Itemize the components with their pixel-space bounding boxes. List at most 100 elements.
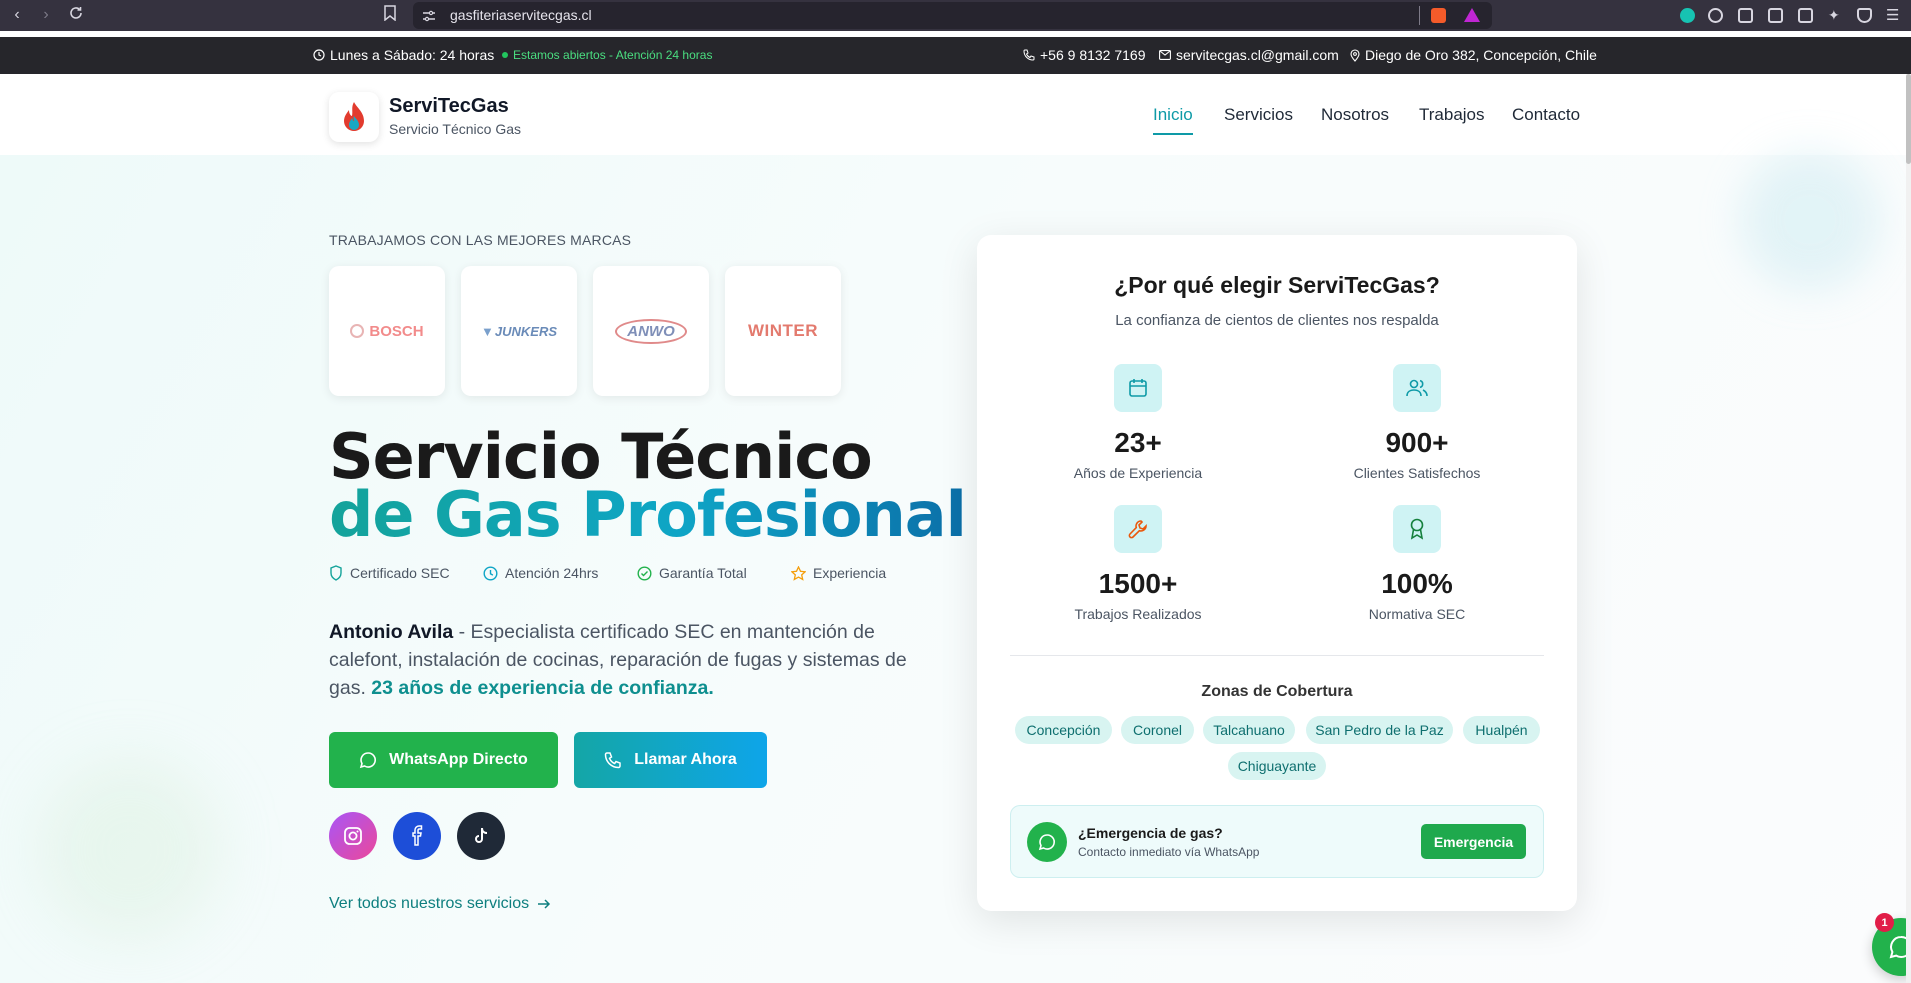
hero-title-line2: de Gas Profesional xyxy=(329,478,967,551)
nav-servicios[interactable]: Servicios xyxy=(1224,105,1293,125)
brave-rewards-icon[interactable] xyxy=(1464,8,1480,22)
users-icon xyxy=(1393,364,1441,412)
feature-garantia: Garantía Total xyxy=(637,565,747,581)
brand-name[interactable]: ServiTecGas xyxy=(389,95,509,118)
stat-sec-value: 100% xyxy=(1381,568,1453,599)
zones-title: Zonas de Cobertura xyxy=(1201,683,1353,700)
facebook-icon[interactable] xyxy=(393,812,441,860)
brand-anwo: ANWO xyxy=(615,318,687,344)
brand-tagline: Servicio Técnico Gas xyxy=(389,121,522,137)
map-pin-icon xyxy=(1350,48,1360,62)
nav-contacto[interactable]: Contacto xyxy=(1512,105,1580,125)
whatsapp-button[interactable]: WhatsApp Directo xyxy=(329,732,558,788)
site-info-icon[interactable] xyxy=(422,9,436,27)
stat-clients-value: 900+ xyxy=(1385,427,1449,458)
star-icon xyxy=(791,565,806,581)
card-title: ¿Por qué elegir ServiTecGas? xyxy=(1114,272,1440,298)
stat-jobs-value: 1500+ xyxy=(1098,568,1178,599)
clock-icon xyxy=(483,565,498,581)
top-info-bar: Lunes a Sábado: 24 horas Estamos abierto… xyxy=(0,37,1911,74)
menu-icon[interactable]: ☰ xyxy=(1886,8,1901,23)
brand-junkers: JUNKERS xyxy=(494,323,557,339)
decorative-blob xyxy=(40,760,220,940)
flame-icon xyxy=(344,102,364,131)
brand-logo-bosch: BOSCH xyxy=(329,266,445,396)
scrollbar-thumb[interactable] xyxy=(1906,74,1911,164)
zone-chip: San Pedro de la Paz xyxy=(1306,716,1453,744)
stat-jobs-label: Trabajos Realizados xyxy=(1074,606,1202,622)
back-icon[interactable]: ‹ xyxy=(7,5,27,25)
shield-icon[interactable] xyxy=(1857,8,1872,23)
sidebar-icon[interactable] xyxy=(1768,8,1783,23)
tiktok-icon[interactable] xyxy=(457,812,505,860)
ai-extension-icon[interactable] xyxy=(1708,8,1723,23)
nav-trabajos[interactable]: Trabajos xyxy=(1419,105,1485,125)
zone-chip: Coronel xyxy=(1121,716,1194,744)
feature-certificado: Certificado SEC xyxy=(329,565,450,581)
scrollbar[interactable] xyxy=(1906,74,1911,983)
zone-chip: Talcahuano xyxy=(1203,716,1295,744)
call-button[interactable]: Llamar Ahora xyxy=(574,732,767,788)
puzzle-icon[interactable] xyxy=(1738,8,1753,23)
zone-chip: Hualpén xyxy=(1463,716,1540,744)
wallet-icon[interactable] xyxy=(1798,8,1813,23)
chat-bubble-icon xyxy=(1027,822,1067,862)
email-text[interactable]: servitecgas.cl@gmail.com xyxy=(1176,47,1339,63)
brave-shield-icon[interactable] xyxy=(1431,8,1446,23)
emergency-subtitle: Contacto inmediato vía WhatsApp xyxy=(1078,845,1260,859)
hero-description: Antonio Avila - Especialista certificado… xyxy=(329,618,939,702)
calendar-icon xyxy=(1114,364,1162,412)
sparkle-icon[interactable]: ✦ xyxy=(1828,8,1843,23)
card-divider xyxy=(1010,655,1544,656)
reload-icon[interactable] xyxy=(66,5,86,25)
award-icon xyxy=(1393,505,1441,553)
all-services-link[interactable]: Ver todos nuestros servicios xyxy=(329,895,551,913)
desc-name: Antonio Avila xyxy=(329,621,454,643)
card-subtitle: La confianza de cientos de clientes nos … xyxy=(1115,312,1439,329)
divider xyxy=(1419,6,1420,25)
phone-icon xyxy=(1023,49,1035,61)
phone-link[interactable]: +56 9 8132 7169 xyxy=(1023,47,1146,63)
shield-check-icon xyxy=(330,565,342,581)
zone-chip: Chiguayante xyxy=(1228,752,1326,780)
wrench-icon xyxy=(1114,505,1162,553)
nav-nosotros[interactable]: Nosotros xyxy=(1321,105,1389,125)
brand-logo-anwo: ANWO xyxy=(593,266,709,396)
status-dot-icon xyxy=(502,52,508,58)
stat-years-value: 23+ xyxy=(1114,427,1162,458)
mail-icon xyxy=(1159,50,1171,60)
address-text: Diego de Oro 382, Concepción, Chile xyxy=(1365,47,1597,63)
open-status: Estamos abiertos - Atención 24 horas xyxy=(502,48,712,62)
phone-icon xyxy=(604,752,621,769)
stat-clients-label: Clientes Satisfechos xyxy=(1353,465,1481,481)
url-text[interactable]: gasfiteriaservitecgas.cl xyxy=(450,7,592,23)
open-status-text: Estamos abiertos - Atención 24 horas xyxy=(513,48,713,62)
brand-winter: WINTER xyxy=(747,321,819,340)
phone-text[interactable]: +56 9 8132 7169 xyxy=(1040,47,1146,63)
notification-badge: 1 xyxy=(1875,913,1894,932)
email-link[interactable]: servitecgas.cl@gmail.com xyxy=(1159,47,1339,63)
brands-title: TRABAJAMOS CON LAS MEJORES MARCAS xyxy=(329,232,632,248)
feature-atencion: Atención 24hrs xyxy=(483,565,598,581)
brand-logo-junkers: ▼ JUNKERS xyxy=(461,266,577,396)
extension-icon[interactable] xyxy=(1680,8,1695,23)
feature-experiencia: Experiencia xyxy=(791,565,886,581)
brand-bosch: BOSCH xyxy=(369,322,424,340)
zone-chip: Concepción xyxy=(1015,716,1112,744)
bookmark-icon[interactable] xyxy=(380,5,400,25)
address: Diego de Oro 382, Concepción, Chile xyxy=(1350,47,1597,63)
active-nav-indicator xyxy=(1153,133,1193,135)
stat-sec-label: Normativa SEC xyxy=(1368,606,1466,622)
hero-section xyxy=(0,155,1911,983)
site-header xyxy=(0,74,1911,155)
nav-inicio[interactable]: Inicio xyxy=(1153,105,1193,125)
chat-bubble-icon xyxy=(359,752,377,769)
arrow-right-icon xyxy=(538,899,551,909)
forward-icon[interactable]: › xyxy=(36,5,56,25)
logo[interactable] xyxy=(329,92,379,142)
brand-logo-winter: WINTER xyxy=(725,266,841,396)
instagram-icon[interactable] xyxy=(329,812,377,860)
desc-highlight: 23 años de experiencia de confianza. xyxy=(371,677,714,699)
emergency-button[interactable]: Emergencia xyxy=(1421,824,1526,859)
emergency-title: ¿Emergencia de gas? xyxy=(1078,825,1223,841)
